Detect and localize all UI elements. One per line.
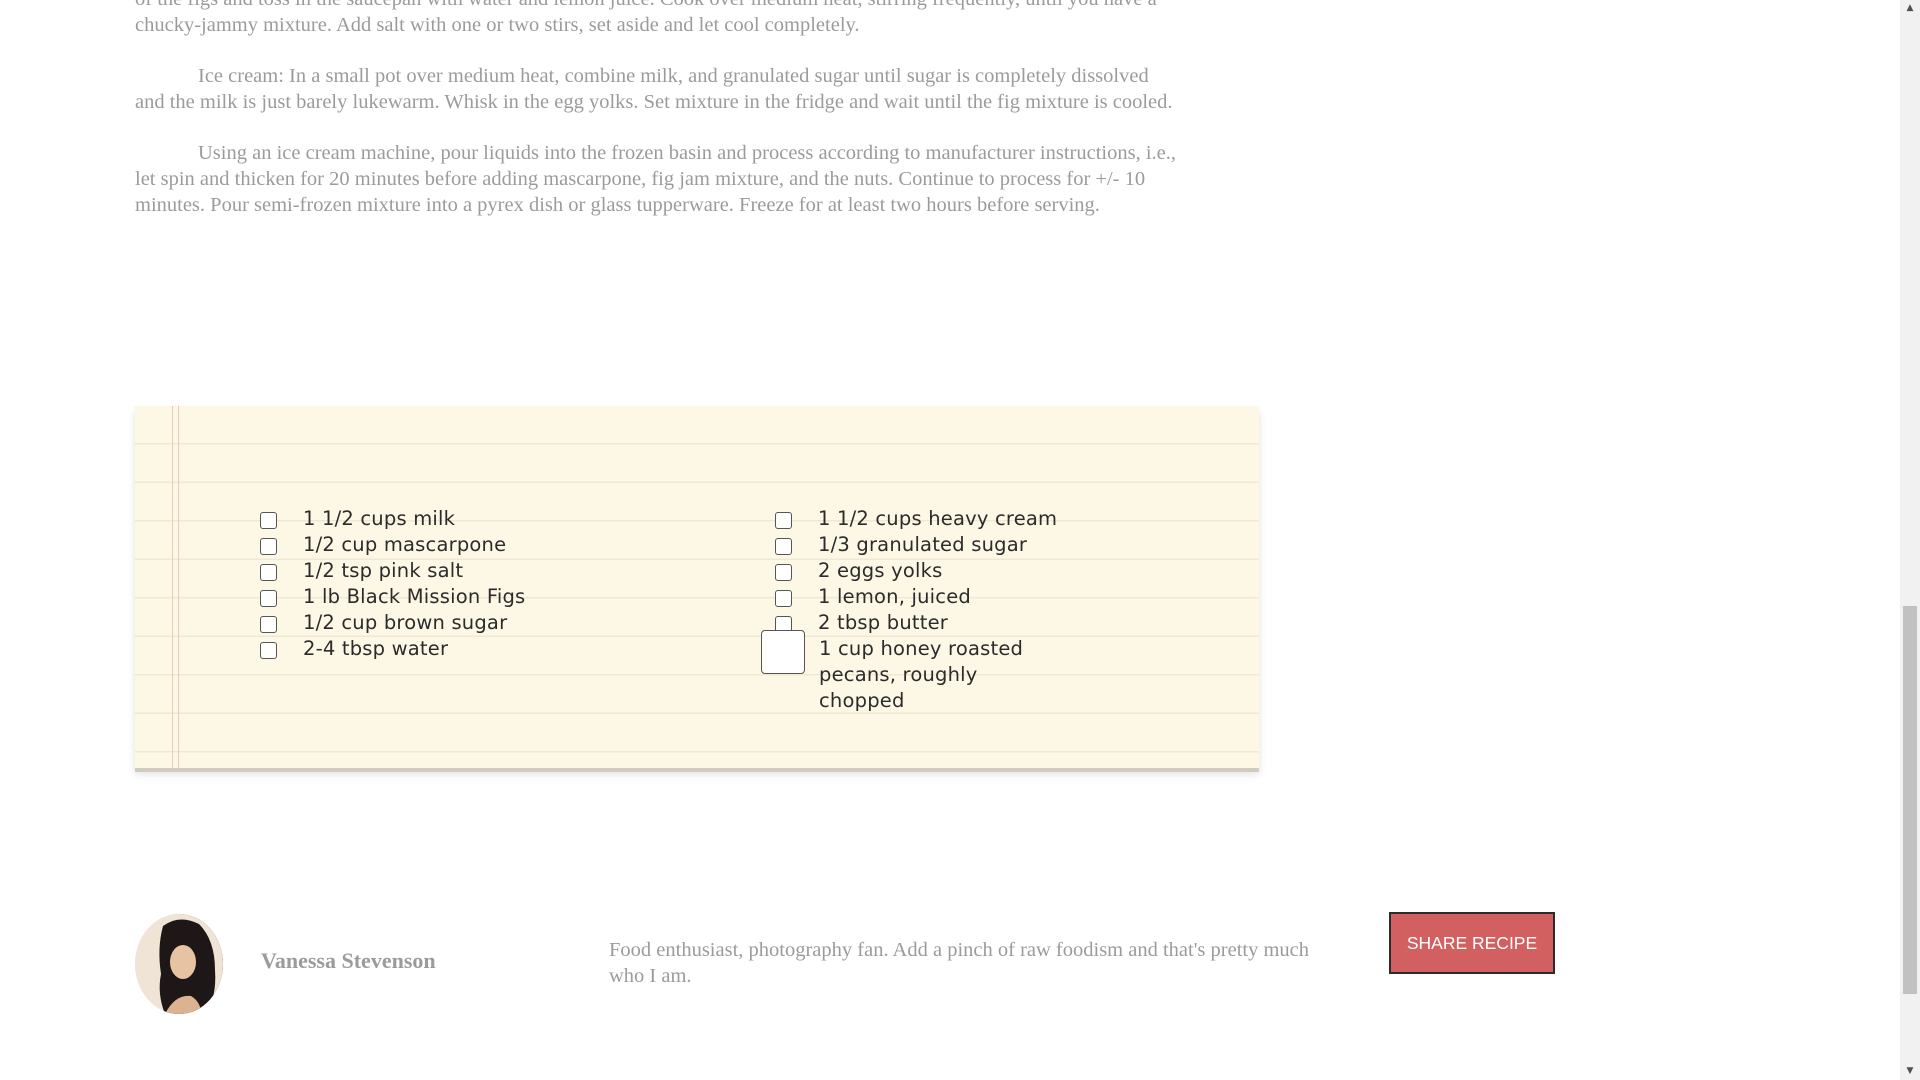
ingredient-checkbox[interactable]: [775, 538, 792, 555]
ingredients-list-right: 1 1/2 cups heavy cream 1/3 granulated su…: [761, 506, 1069, 714]
ingredient-label: 2 tbsp butter: [818, 611, 949, 634]
ingredient-label: 1 1/2 cups heavy cream: [818, 507, 1058, 530]
ingredient-item: 1 1/2 cups milk: [260, 506, 525, 532]
ingredient-item: 1 cup honey roasted pecans, roughly chop…: [761, 630, 1069, 714]
ingredient-item: 1/2 cup brown sugar: [260, 610, 525, 636]
author-bio: Food enthusiast, photography fan. Add a …: [609, 939, 1310, 987]
ingredient-item: 1/3 granulated sugar: [775, 532, 1069, 558]
ingredient-checkbox[interactable]: [260, 564, 277, 581]
ingredient-checkbox[interactable]: [775, 564, 792, 581]
author-name: Vanessa Stevenson: [261, 948, 436, 973]
ingredient-label: 2-4 tbsp water: [303, 637, 449, 660]
ingredient-checkbox[interactable]: [775, 512, 792, 529]
ingredient-label: 1/3 granulated sugar: [818, 533, 1028, 556]
ingredient-label: 1/2 cup brown sugar: [303, 611, 508, 634]
ingredient-item: 2-4 tbsp water: [260, 636, 525, 662]
ingredient-checkbox[interactable]: [761, 630, 805, 674]
scroll-up-arrow-icon[interactable]: ▲: [1900, 0, 1920, 17]
instruction-paragraph: of the figs and toss in the saucepan wit…: [135, 0, 1157, 36]
notepad-margin-line: [178, 406, 179, 768]
ingredient-label: 1 lemon, juiced: [818, 585, 971, 608]
recipe-page: of the figs and toss in the saucepan wit…: [0, 0, 1900, 1080]
ingredient-label: 1 lb Black Mission Figs: [303, 585, 526, 608]
ingredients-notepad: 1 1/2 cups milk 1/2 cup mascarpone 1/2 t…: [135, 406, 1259, 768]
ingredient-item: 1 1/2 cups heavy cream: [775, 506, 1069, 532]
ingredient-label: 1/2 tsp pink salt: [303, 559, 464, 582]
recipe-instructions: of the figs and toss in the saucepan wit…: [135, 0, 1180, 243]
ingredient-checkbox[interactable]: [775, 590, 792, 607]
instruction-paragraph: Using an ice cream machine, pour liquids…: [135, 142, 1176, 216]
ingredients-list-left: 1 1/2 cups milk 1/2 cup mascarpone 1/2 t…: [260, 506, 525, 662]
ingredient-item: 2 eggs yolks: [775, 558, 1069, 584]
ingredient-label: 2 eggs yolks: [818, 559, 943, 582]
ingredient-checkbox[interactable]: [260, 590, 277, 607]
ingredient-checkbox[interactable]: [260, 616, 277, 633]
author-avatar: [135, 914, 223, 1014]
author-photo: [135, 914, 223, 1014]
ingredient-item: 1/2 tsp pink salt: [260, 558, 525, 584]
ingredient-label: 1 cup honey roasted pecans, roughly chop…: [819, 637, 1024, 712]
scroll-down-arrow-icon[interactable]: ▼: [1900, 1063, 1920, 1080]
ingredient-checkbox[interactable]: [260, 642, 277, 659]
ingredient-label: 1/2 cup mascarpone: [303, 533, 507, 556]
ingredient-item: 1 lb Black Mission Figs: [260, 584, 525, 610]
ingredient-item: 2 tbsp butter: [775, 610, 1069, 636]
ingredient-item: 1 lemon, juiced: [775, 584, 1069, 610]
ingredient-item: 1/2 cup mascarpone: [260, 532, 525, 558]
ingredient-label: 1 1/2 cups milk: [303, 507, 456, 530]
vertical-scrollbar[interactable]: ▲ ▼: [1900, 0, 1920, 1080]
ingredient-checkbox[interactable]: [260, 538, 277, 555]
notepad-margin-line: [172, 406, 173, 768]
ingredient-checkbox[interactable]: [260, 512, 277, 529]
scrollbar-thumb[interactable]: [1903, 606, 1917, 994]
instruction-paragraph: Ice cream: In a small pot over medium he…: [135, 65, 1173, 113]
share-recipe-button[interactable]: SHARE RECIPE: [1389, 912, 1555, 974]
